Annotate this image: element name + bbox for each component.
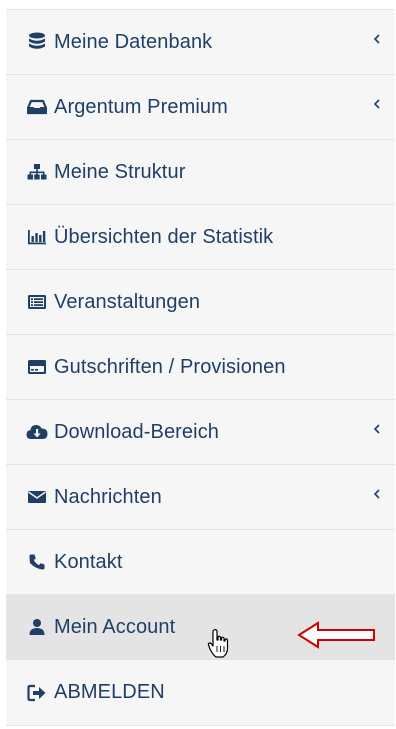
sidebar-item-label: Mein Account	[54, 615, 176, 638]
envelope-icon	[26, 487, 48, 507]
sign-out-icon	[26, 683, 48, 703]
cloud-download-icon	[26, 422, 48, 442]
sidebar-item-abmelden[interactable]: ABMELDEN	[6, 660, 395, 725]
sidebar-item-label: Meine Struktur	[54, 160, 186, 183]
sidebar-item-label: ABMELDEN	[54, 681, 165, 703]
inbox-icon	[26, 97, 48, 117]
sidebar-item-statistik[interactable]: Übersichten der Statistik	[6, 205, 395, 270]
sidebar-item-download-bereich[interactable]: Download-Bereich	[6, 400, 395, 465]
user-icon	[26, 617, 48, 637]
list-alt-icon	[26, 292, 48, 312]
red-outline-arrow-left-icon	[297, 621, 375, 649]
sidebar-item-label: Übersichten der Statistik	[54, 225, 274, 248]
chevron-left-icon	[373, 489, 380, 499]
sidebar-item-label: Veranstaltungen	[54, 290, 201, 313]
sidebar-menu: Meine Datenbank Argentum Premium Meine S…	[6, 9, 395, 726]
sidebar-item-label: Gutschriften / Provisionen	[54, 355, 286, 378]
credit-card-icon	[26, 357, 48, 377]
sidebar-item-argentum-premium[interactable]: Argentum Premium	[6, 75, 395, 140]
database-icon	[26, 32, 48, 52]
sidebar-item-kontakt[interactable]: Kontakt	[6, 530, 395, 595]
phone-icon	[26, 552, 48, 572]
bar-chart-icon	[26, 227, 48, 247]
sidebar-item-label: Argentum Premium	[54, 95, 228, 118]
sitemap-icon	[26, 162, 48, 182]
chevron-left-icon	[373, 424, 380, 434]
sidebar-item-meine-datenbank[interactable]: Meine Datenbank	[6, 10, 395, 75]
sidebar-item-gutschriften[interactable]: Gutschriften / Provisionen	[6, 335, 395, 400]
sidebar-item-label: Meine Datenbank	[54, 30, 213, 53]
sidebar-item-meine-struktur[interactable]: Meine Struktur	[6, 140, 395, 205]
sidebar-item-nachrichten[interactable]: Nachrichten	[6, 465, 395, 530]
sidebar-item-label: Download-Bereich	[54, 420, 220, 443]
chevron-left-icon	[373, 34, 380, 44]
hand-cursor-icon	[207, 629, 229, 658]
sidebar-item-label: Nachrichten	[54, 485, 162, 508]
sidebar-item-veranstaltungen[interactable]: Veranstaltungen	[6, 270, 395, 335]
sidebar-item-label: Kontakt	[54, 550, 123, 573]
chevron-left-icon	[373, 99, 380, 109]
